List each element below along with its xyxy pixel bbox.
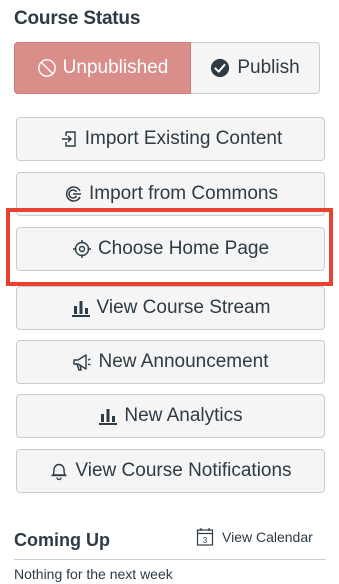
commons-icon <box>63 184 83 204</box>
check-circle-icon <box>210 58 230 78</box>
publish-label: Publish <box>237 57 300 78</box>
coming-up-divider <box>14 559 326 560</box>
new-analytics-button[interactable]: New Analytics <box>16 394 325 438</box>
unpublished-label: Unpublished <box>62 57 169 78</box>
bell-icon <box>49 461 69 481</box>
view-course-notifications-button[interactable]: View Course Notifications <box>16 449 325 493</box>
import-icon <box>59 129 79 149</box>
view-calendar-label: View Calendar <box>222 529 313 545</box>
choose-home-page-button[interactable]: Choose Home Page <box>16 227 325 271</box>
bar-chart-icon <box>71 298 91 318</box>
import-from-commons-label: Import from Commons <box>89 183 278 204</box>
target-icon <box>72 239 92 259</box>
choose-home-page-label: Choose Home Page <box>97 238 270 259</box>
analytics-bar-chart-icon <box>98 406 118 426</box>
publish-button[interactable]: Publish <box>191 42 320 94</box>
course-status-heading: Course Status <box>14 8 141 29</box>
view-course-notifications-label: View Course Notifications <box>75 460 292 481</box>
new-announcement-label: New Announcement <box>98 351 269 372</box>
new-analytics-label: New Analytics <box>124 405 243 426</box>
import-from-commons-button[interactable]: Import from Commons <box>16 172 325 216</box>
megaphone-icon <box>72 352 92 372</box>
import-existing-content-button[interactable]: Import Existing Content <box>16 117 325 161</box>
coming-up-heading: Coming Up <box>14 530 110 550</box>
no-entry-icon <box>37 58 57 78</box>
view-course-stream-label: View Course Stream <box>96 297 271 318</box>
view-course-stream-button[interactable]: View Course Stream <box>16 286 325 330</box>
new-announcement-button[interactable]: New Announcement <box>16 340 325 384</box>
calendar-icon: 3 <box>196 527 214 547</box>
unpublished-button[interactable]: Unpublished <box>14 42 191 94</box>
view-calendar-link[interactable]: 3 View Calendar <box>196 527 313 547</box>
course-sidebar: Course Status Unpublished Publish Import… <box>0 0 339 584</box>
publish-status-toggle: Unpublished Publish <box>14 42 320 94</box>
import-existing-content-label: Import Existing Content <box>84 128 283 149</box>
calendar-day-number: 3 <box>203 536 208 545</box>
empty-coming-up-message: Nothing for the next week <box>14 566 173 582</box>
